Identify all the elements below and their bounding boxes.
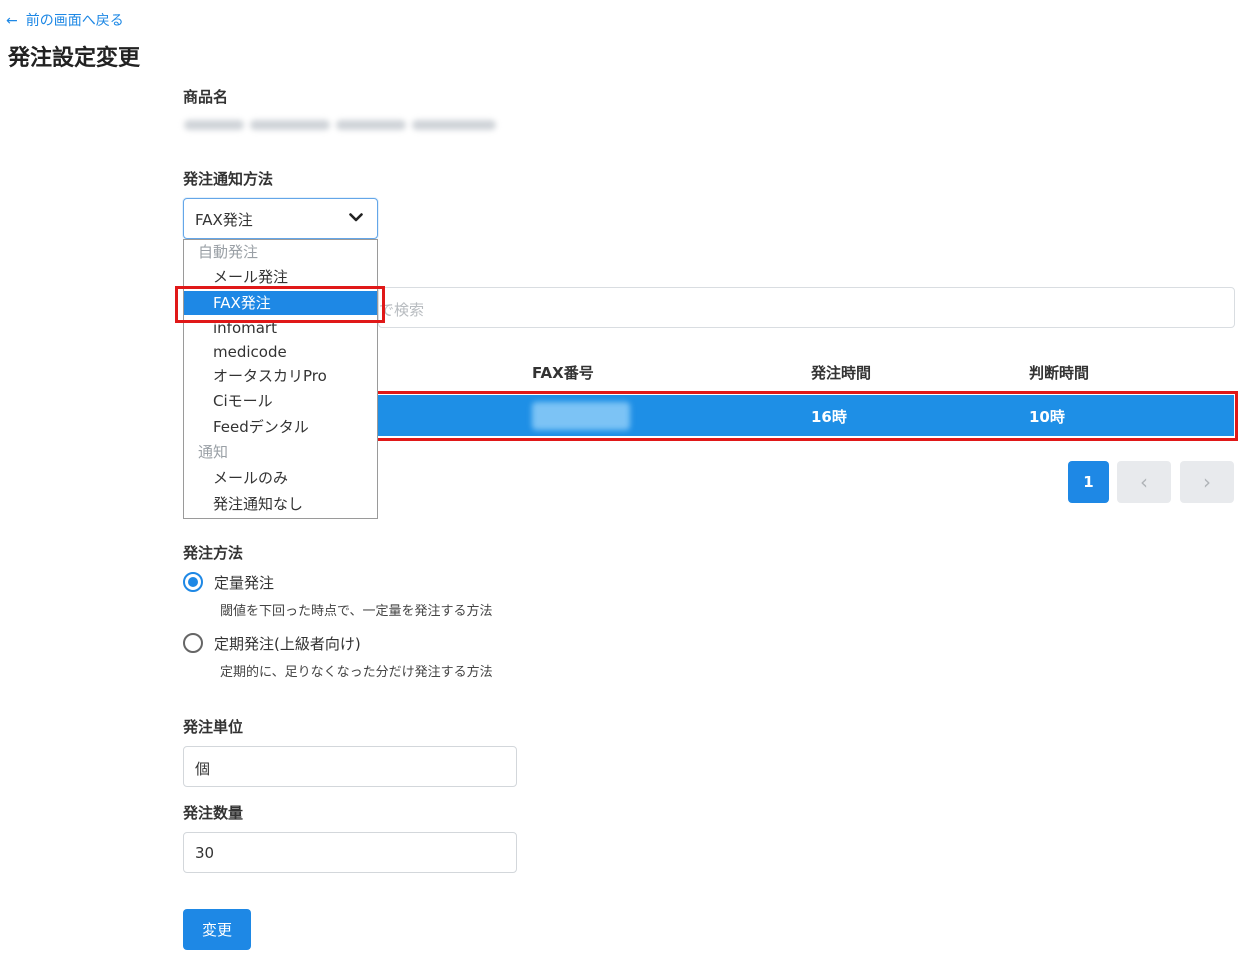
supplier-search-placeholder: で検索 — [379, 301, 425, 319]
product-name-label: 商品名 — [183, 88, 229, 106]
back-link-label: 前の画面へ戻る — [25, 13, 124, 29]
radio-periodic-label[interactable]: 定期発注(上級者向け) — [214, 633, 361, 654]
page-title: 発注設定変更 — [8, 46, 141, 71]
table-header-judge-time: 判断時間 — [1029, 364, 1090, 382]
order-method-label: 発注方法 — [183, 544, 244, 562]
order-unit-label: 発注単位 — [183, 718, 244, 736]
table-header-fax: FAX番号 — [532, 364, 594, 382]
supplier-search-input[interactable]: で検索 — [378, 287, 1235, 328]
pagination-prev-button[interactable]: ‹ — [1117, 461, 1171, 503]
back-link[interactable]: ← 前の画面へ戻る — [6, 10, 124, 30]
notify-method-select[interactable]: FAX発注 — [183, 198, 378, 239]
order-quantity-value: 30 — [195, 844, 215, 862]
chevron-right-icon: › — [1203, 470, 1211, 494]
notify-method-selected-value: FAX発注 — [195, 211, 253, 229]
notify-method-label: 発注通知方法 — [183, 170, 274, 188]
highlight-box-fax-option — [175, 286, 385, 323]
dropdown-option-mail-only[interactable]: メールのみ — [184, 466, 377, 490]
dropdown-option-medicode[interactable]: medicode — [184, 340, 377, 364]
dropdown-group-auto: 自動発注 — [198, 243, 259, 261]
radio-periodic-desc: 定期的に、足りなくなった分だけ発注する方法 — [220, 665, 493, 680]
radio-fixed-quantity-desc: 閾値を下回った時点で、一定量を発注する方法 — [220, 604, 493, 619]
radio-fixed-quantity-label[interactable]: 定量発注 — [214, 572, 274, 593]
dropdown-option-ci[interactable]: Ciモール — [184, 389, 377, 413]
product-name-value-redacted — [184, 114, 496, 136]
dropdown-option-feed[interactable]: Feedデンタル — [184, 415, 377, 439]
pagination-page-1[interactable]: 1 — [1068, 461, 1109, 503]
order-quantity-input[interactable]: 30 — [183, 832, 517, 873]
radio-periodic[interactable] — [183, 633, 203, 653]
dropdown-group-notify: 通知 — [198, 443, 229, 461]
back-arrow-icon: ← — [6, 13, 18, 29]
radio-fixed-quantity[interactable] — [183, 572, 203, 592]
change-button[interactable]: 変更 — [183, 909, 251, 950]
dropdown-option-otaskari[interactable]: オータスカリPro — [184, 364, 377, 388]
pagination-next-button[interactable]: › — [1180, 461, 1234, 503]
order-unit-input[interactable]: 個 — [183, 746, 517, 787]
order-quantity-label: 発注数量 — [183, 804, 244, 822]
table-header-order-time: 発注時間 — [811, 364, 872, 382]
chevron-left-icon: ‹ — [1140, 470, 1148, 494]
chevron-down-icon — [349, 213, 363, 222]
highlight-box-selected-row — [369, 391, 1238, 441]
dropdown-option-none[interactable]: 発注通知なし — [184, 492, 377, 516]
order-unit-value: 個 — [195, 760, 211, 778]
notify-method-dropdown: 自動発注 メール発注 FAX発注 infomart medicode オータスカ… — [183, 239, 378, 519]
